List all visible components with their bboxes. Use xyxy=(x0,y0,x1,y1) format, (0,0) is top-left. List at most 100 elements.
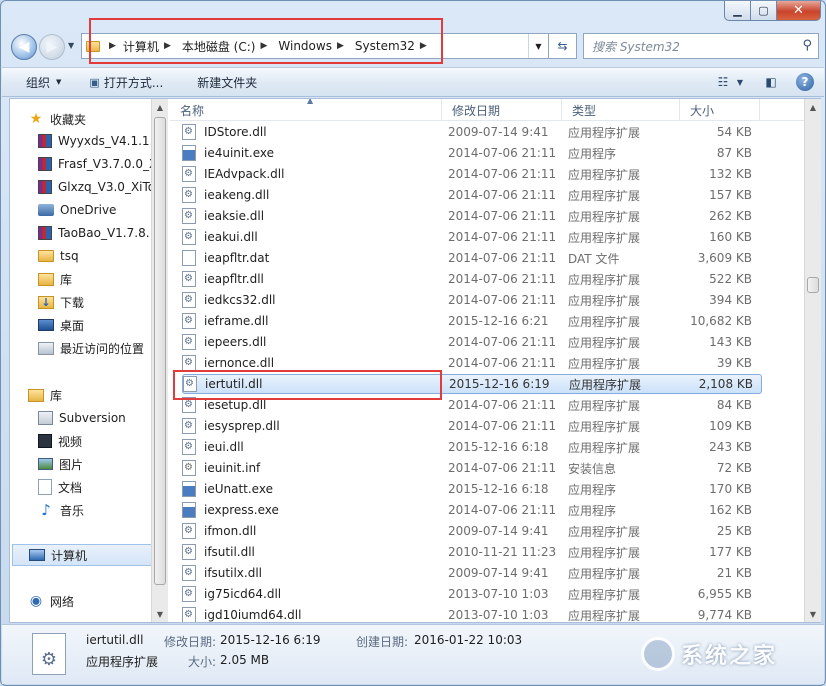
table-row[interactable]: IDStore.dll 2009-07-14 9:41 应用程序扩展 54 KB xyxy=(182,122,762,142)
column-header-name[interactable]: ▲ 名称 xyxy=(170,99,442,121)
sidebar-item[interactable]: Subversion xyxy=(10,407,126,429)
file-date: 2013-07-10 1:03 xyxy=(448,587,549,601)
file-type: 应用程序 xyxy=(568,503,617,518)
sidebar-item[interactable]: ◉ 网络 xyxy=(10,590,74,612)
sidebar-item[interactable]: 库 xyxy=(10,384,62,406)
sidebar-item[interactable]: tsq xyxy=(10,245,79,267)
organize-button[interactable]: 组织 ▼ xyxy=(2,74,75,91)
file-date: 2014-07-06 21:11 xyxy=(448,503,557,517)
sidebar-item[interactable]: Frasf_V3.7.0.0_X xyxy=(10,153,157,175)
sidebar-item[interactable]: 图片 xyxy=(10,453,83,475)
help-button[interactable]: ? xyxy=(796,73,814,91)
sidebar-item[interactable]: ↓ 下载 xyxy=(10,291,84,313)
search-placeholder: 搜索 System32 xyxy=(592,39,680,54)
table-row[interactable]: ieaksie.dll 2014-07-06 21:11 应用程序扩展 262 KB xyxy=(182,206,762,226)
scroll-thumb[interactable] xyxy=(154,117,166,585)
sidebar-item[interactable]: 桌面 xyxy=(10,314,84,336)
table-row[interactable]: iepeers.dll 2014-07-06 21:11 应用程序扩展 143 KB xyxy=(182,332,762,352)
table-row[interactable]: ie4uinit.exe 2014-07-06 21:11 应用程序 87 KB xyxy=(182,143,762,163)
sidebar-item[interactable]: TaoBao_V1.7.8. xyxy=(10,222,150,244)
table-row-selected[interactable]: iertutil.dll 2015-12-16 6:19 应用程序扩展 2,108 K… xyxy=(182,374,762,394)
table-row[interactable]: iedkcs32.dll 2014-07-06 21:11 应用程序扩展 394 KB xyxy=(182,290,762,310)
recent-pages-dropdown[interactable]: ▼ xyxy=(68,41,74,50)
view-options-button[interactable]: ☷ xyxy=(712,72,734,92)
view-dropdown-button[interactable]: ▼ xyxy=(734,72,746,92)
sidebar-item[interactable]: 计算机 xyxy=(12,544,152,566)
file-name-cell: ieapfltr.dat xyxy=(182,250,448,266)
sidebar-item[interactable]: 文档 xyxy=(10,476,82,498)
column-header-size[interactable]: 大小 xyxy=(680,99,760,121)
table-row[interactable]: iesysprep.dll 2014-07-06 21:11 应用程序扩展 109 K… xyxy=(182,416,762,436)
table-row[interactable]: igd10iumd64.dll 2013-07-10 1:03 应用程序扩展 9,77… xyxy=(182,605,762,622)
table-row[interactable]: ieakui.dll 2014-07-06 21:11 应用程序扩展 160 KB xyxy=(182,227,762,247)
sidebar-item[interactable]: 库 xyxy=(10,268,72,290)
minimize-button[interactable]: ▁ xyxy=(724,1,751,21)
address-dropdown-button[interactable]: ▼ xyxy=(528,34,548,58)
chevron-right-icon[interactable]: ▶ xyxy=(164,41,171,51)
table-row[interactable]: ifsutilx.dll 2009-07-14 9:41 应用程序扩展 21 KB xyxy=(182,563,762,583)
breadcrumb-label: 本地磁盘 (C:) xyxy=(181,39,256,54)
explorer-window: ▁ ▢ ✕ ◀ ▶ ▼ ▶ 计算机 ▶ 本地磁盘 (C:) ▶ Windows ▶ S… xyxy=(0,0,826,686)
close-button[interactable]: ✕ xyxy=(777,1,821,21)
sidebar-item[interactable]: 视频 xyxy=(10,430,82,452)
new-folder-button[interactable]: 新建文件夹 xyxy=(177,74,271,91)
preview-pane-button[interactable]: ◧ xyxy=(760,72,782,92)
table-row[interactable]: IEAdvpack.dll 2014-07-06 21:11 应用程序扩展 132 K… xyxy=(182,164,762,184)
scroll-down-button[interactable]: ▼ xyxy=(805,606,821,622)
table-row[interactable]: ig75icd64.dll 2013-07-10 1:03 应用程序扩展 6,955 … xyxy=(182,584,762,604)
chevron-right-icon[interactable]: ▶ xyxy=(337,41,344,51)
table-row[interactable]: ieakeng.dll 2014-07-06 21:11 应用程序扩展 157 KB xyxy=(182,185,762,205)
breadcrumb-local-disk[interactable]: 本地磁盘 (C:) ▶ xyxy=(182,38,275,55)
breadcrumb-computer[interactable]: 计算机 ▶ xyxy=(123,38,178,55)
maximize-button[interactable]: ▢ xyxy=(751,1,777,21)
table-row[interactable]: iexpress.exe 2014-07-06 21:11 应用程序 162 KB xyxy=(182,500,762,520)
sidebar-item[interactable]: Glxzq_V3.0_XiTo xyxy=(10,176,155,198)
chevron-right-icon[interactable]: ▶ xyxy=(420,41,427,51)
table-row[interactable]: ieapfltr.dat 2014-07-06 21:11 DAT 文件 3,609 … xyxy=(182,248,762,268)
table-row[interactable]: ifsutil.dll 2010-11-21 11:23 应用程序扩展 177 KB xyxy=(182,542,762,562)
file-name: ifsutilx.dll xyxy=(204,566,262,580)
watermark-logo-icon xyxy=(641,637,675,671)
column-header-date[interactable]: 修改日期 xyxy=(442,99,562,121)
search-icon[interactable]: ⚲ xyxy=(802,38,812,53)
scroll-down-button[interactable]: ▼ xyxy=(152,606,168,622)
table-row[interactable]: ieapfltr.dll 2014-07-06 21:11 应用程序扩展 522 KB xyxy=(182,269,762,289)
breadcrumb-system32[interactable]: System32 ▶ xyxy=(355,39,434,53)
scroll-up-button[interactable]: ▲ xyxy=(152,99,168,115)
open-with-button[interactable]: ▣ 打开方式... xyxy=(75,74,177,91)
subversion-icon xyxy=(38,411,53,425)
table-row[interactable]: ifmon.dll 2009-07-14 9:41 应用程序扩展 25 KB xyxy=(182,521,762,541)
refresh-button[interactable]: ⇆ xyxy=(549,33,577,59)
breadcrumb-windows[interactable]: Windows ▶ xyxy=(278,39,351,53)
sidebar-item[interactable]: OneDrive xyxy=(10,199,116,221)
table-row[interactable]: ieUnatt.exe 2015-12-16 6:18 应用程序 170 KB xyxy=(182,479,762,499)
music-icon: ♪ xyxy=(41,501,51,519)
file-list-scrollbar[interactable]: ▲ ▼ xyxy=(804,99,821,622)
chevron-right-icon[interactable]: ▶ xyxy=(109,41,116,51)
file-size: 170 KB xyxy=(709,482,752,496)
file-size: 109 KB xyxy=(709,419,752,433)
table-row[interactable]: ieframe.dll 2015-12-16 6:21 应用程序扩展 10,682 K… xyxy=(182,311,762,331)
sidebar-item[interactable]: ★ 收藏夹 xyxy=(10,108,86,130)
sidebar-item[interactable]: Wyyxds_V4.1.1.1 xyxy=(10,130,161,152)
table-row[interactable]: iesetup.dll 2014-07-06 21:11 应用程序扩展 84 KB xyxy=(182,395,762,415)
file-name-cell: ieapfltr.dll xyxy=(182,271,448,287)
search-input[interactable]: 搜索 System32 ⚲ xyxy=(583,33,819,59)
file-name-cell: ie4uinit.exe xyxy=(182,145,448,161)
exe-file-icon xyxy=(182,502,196,518)
scroll-up-button[interactable]: ▲ xyxy=(805,99,821,115)
file-size: 262 KB xyxy=(709,209,752,223)
back-button[interactable]: ◀ xyxy=(11,34,37,60)
navigation-pane-scrollbar[interactable]: ▲ ▼ xyxy=(151,99,168,622)
sidebar-item[interactable]: ♪ 音乐 xyxy=(10,499,84,521)
new-folder-label: 新建文件夹 xyxy=(197,75,258,90)
table-row[interactable]: ieuinit.inf 2014-07-06 21:11 安装信息 72 KB xyxy=(182,458,762,478)
scroll-thumb[interactable] xyxy=(807,277,819,293)
table-row[interactable]: ieui.dll 2015-12-16 6:18 应用程序扩展 243 KB xyxy=(182,437,762,457)
chevron-right-icon[interactable]: ▶ xyxy=(260,41,267,51)
forward-button[interactable]: ▶ xyxy=(39,34,65,60)
sidebar-item[interactable]: 最近访问的位置 xyxy=(10,337,144,359)
address-bar[interactable]: ▶ 计算机 ▶ 本地磁盘 (C:) ▶ Windows ▶ System32 ▶ ▼ xyxy=(81,33,549,59)
table-row[interactable]: iernonce.dll 2014-07-06 21:11 应用程序扩展 39 KB xyxy=(182,353,762,373)
column-header-type[interactable]: 类型 xyxy=(562,99,680,121)
